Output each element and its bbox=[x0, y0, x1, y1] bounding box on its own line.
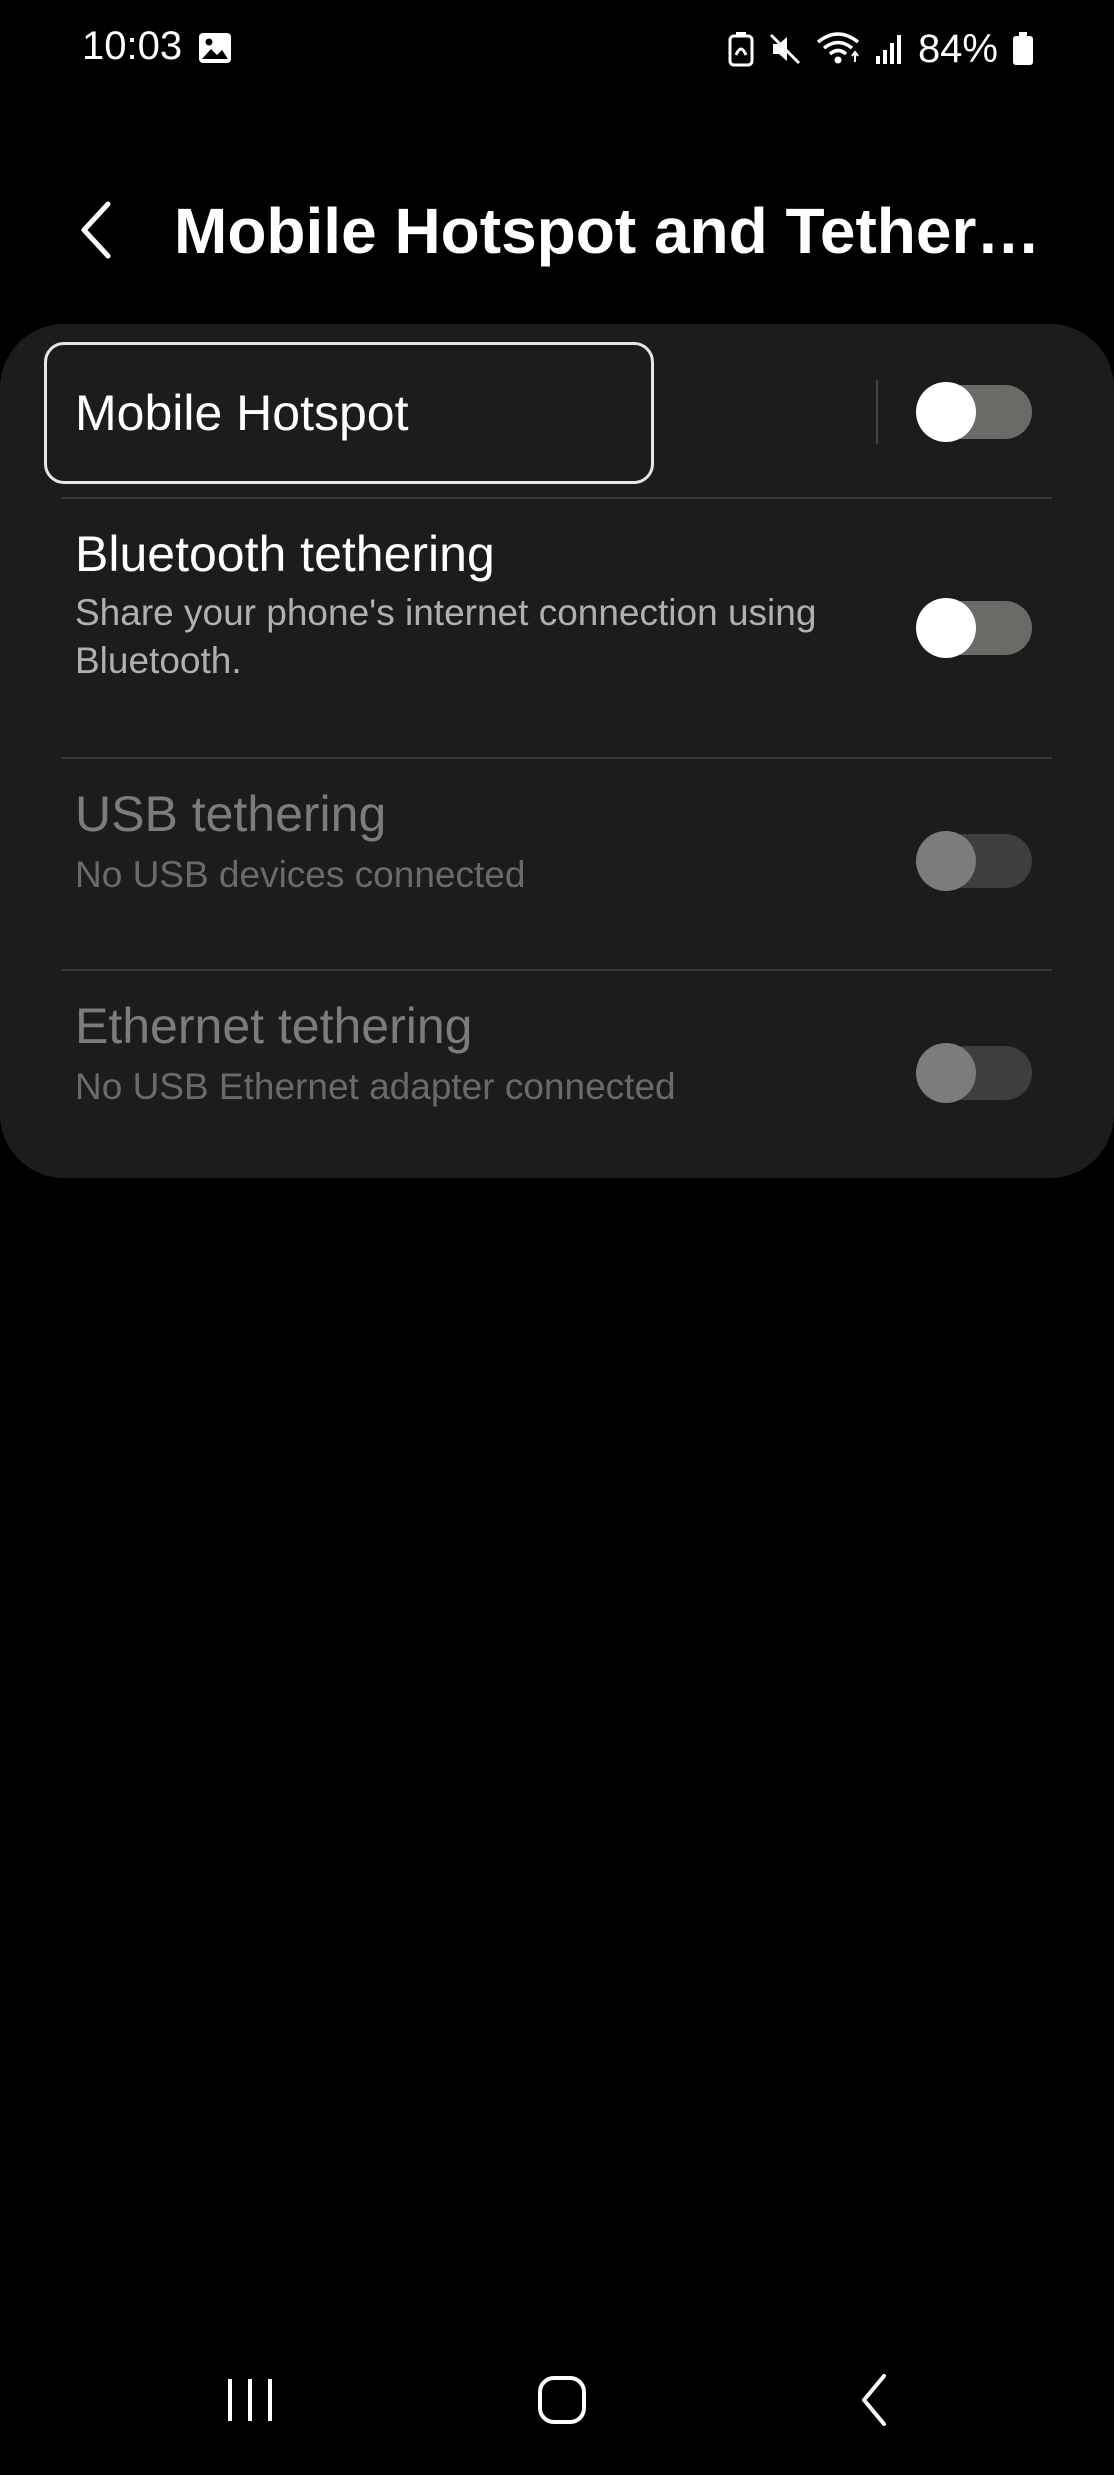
usb-tethering-description: No USB devices connected bbox=[75, 854, 526, 895]
page-title: Mobile Hotspot and Tetheri… bbox=[174, 195, 1054, 267]
battery-saver-icon bbox=[728, 31, 754, 67]
bluetooth-tethering-row[interactable]: Bluetooth tethering Share your phone's i… bbox=[0, 499, 1114, 757]
wifi-icon bbox=[816, 32, 860, 66]
ethernet-tethering-row: Ethernet tethering No USB Ethernet adapt… bbox=[0, 971, 1114, 1178]
tethering-settings-card: Mobile Hotspot Bluetooth tethering Share… bbox=[0, 324, 1114, 1178]
ethernet-tethering-description: No USB Ethernet adapter connected bbox=[75, 1066, 676, 1107]
toggle-thumb bbox=[916, 831, 976, 891]
home-button[interactable] bbox=[502, 2360, 622, 2440]
row-separator bbox=[876, 380, 878, 444]
navigation-bar bbox=[0, 2340, 1114, 2460]
status-bar: 10:03 84% bbox=[0, 0, 1114, 96]
bluetooth-tethering-toggle[interactable] bbox=[916, 598, 1032, 658]
recents-icon bbox=[228, 2379, 272, 2421]
bluetooth-tethering-description: Share your phone's internet connection u… bbox=[75, 592, 817, 681]
app-bar: Mobile Hotspot and Tetheri… bbox=[0, 180, 1114, 280]
usb-tethering-toggle bbox=[916, 831, 1032, 891]
ethernet-tethering-label: Ethernet tethering bbox=[75, 998, 473, 1054]
usb-tethering-row: USB tethering No USB devices connected bbox=[0, 759, 1114, 969]
back-icon bbox=[862, 2374, 886, 2426]
mobile-hotspot-toggle[interactable] bbox=[916, 382, 1032, 442]
signal-icon bbox=[874, 32, 904, 66]
mobile-hotspot-label: Mobile Hotspot bbox=[75, 385, 409, 441]
chevron-left-icon bbox=[81, 201, 111, 259]
battery-percent: 84% bbox=[917, 26, 998, 71]
status-time: 10:03 bbox=[82, 24, 183, 68]
mobile-hotspot-row[interactable]: Mobile Hotspot bbox=[0, 324, 1114, 498]
home-icon bbox=[538, 2376, 586, 2424]
recents-button[interactable] bbox=[190, 2360, 310, 2440]
nav-back-button[interactable] bbox=[814, 2360, 934, 2440]
toggle-thumb bbox=[916, 382, 976, 442]
mute-icon bbox=[768, 32, 802, 66]
usb-tethering-label: USB tethering bbox=[75, 786, 387, 842]
ethernet-tethering-toggle bbox=[916, 1043, 1032, 1103]
back-button[interactable] bbox=[60, 190, 132, 270]
status-icons: 84% bbox=[728, 24, 1034, 74]
bluetooth-tethering-label: Bluetooth tethering bbox=[75, 526, 495, 582]
battery-icon bbox=[1012, 32, 1034, 66]
toggle-thumb bbox=[916, 598, 976, 658]
gallery-icon bbox=[198, 32, 232, 64]
toggle-thumb bbox=[916, 1043, 976, 1103]
